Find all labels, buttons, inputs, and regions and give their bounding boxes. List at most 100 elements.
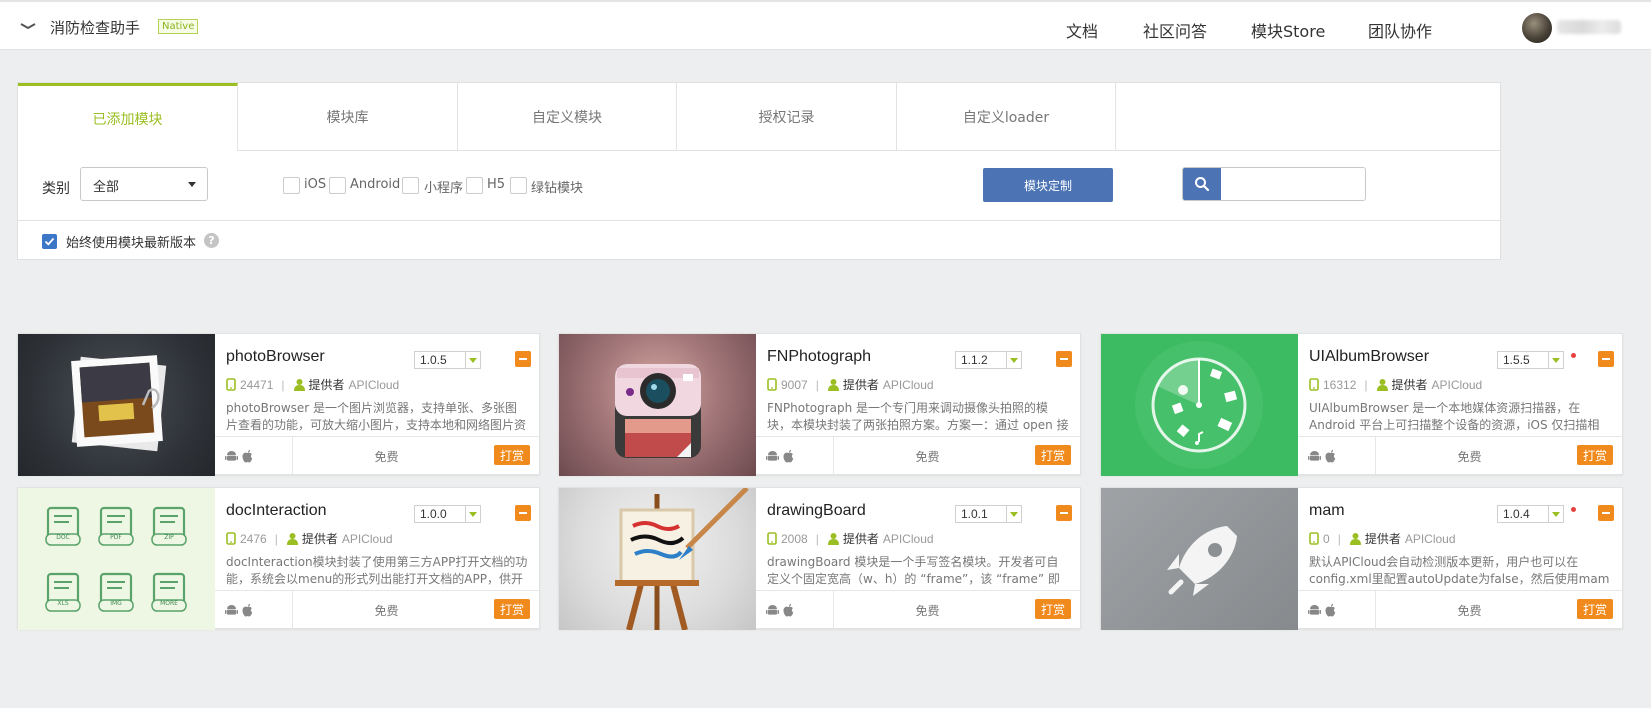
module-meta: 2476 | 提供者 APICloud (226, 530, 393, 547)
module-thumbnail[interactable]: DOC PDF ZIP XLS IMG MORE (18, 488, 215, 630)
meta-separator: | (281, 377, 285, 392)
module-card[interactable]: photoBrowser 1.0.5 24471 | 提供者 APICloud … (17, 333, 540, 476)
category-label: 类别 (42, 181, 70, 197)
module-thumbnail[interactable] (1101, 488, 1298, 630)
price-label: 免费 (374, 450, 399, 464)
module-name[interactable]: photoBrowser (226, 348, 325, 366)
version-select[interactable]: 1.0.0 (414, 505, 481, 523)
custom-module-button[interactable]: 模块定制 (983, 168, 1113, 202)
latest-version-label: 始终使用模块最新版本 (66, 236, 197, 251)
provider-label: 提供者 (1391, 378, 1428, 392)
module-card[interactable]: mam 1.0.4 0 | 提供者 APICloud 默认APICloud会自动… (1100, 487, 1623, 630)
module-thumbnail[interactable] (1101, 334, 1298, 476)
tip-button[interactable]: 打赏 (1035, 445, 1071, 465)
card-footer: 免费 打赏 (756, 590, 1081, 629)
remove-module-button[interactable] (1056, 505, 1072, 521)
apple-icon (783, 603, 794, 617)
module-description: docInteraction模块封装了使用第三方APP打开文档的功能，系统会以m… (226, 555, 528, 586)
tab-custom-modules[interactable]: 自定义模块 (458, 83, 677, 151)
version-caret-box (465, 352, 480, 368)
checkbox-android[interactable] (329, 177, 346, 194)
search-input[interactable] (1221, 168, 1365, 200)
platform-icons (1298, 591, 1376, 629)
module-card[interactable]: UIAlbumBrowser 1.5.5 16312 | 提供者 APIClou… (1100, 333, 1623, 476)
checkbox-h5[interactable] (466, 177, 483, 194)
module-name[interactable]: mam (1309, 502, 1345, 520)
nav-team[interactable]: 团队协作 (1368, 18, 1432, 42)
module-card[interactable]: FNPhotograph 1.1.2 9007 | 提供者 APICloud F… (558, 333, 1081, 476)
doc-type-1-icon (98, 506, 134, 546)
module-name[interactable]: FNPhotograph (767, 348, 871, 366)
provider-name[interactable]: APICloud (342, 532, 393, 546)
category-select[interactable]: 全部 (80, 167, 208, 201)
provider-name[interactable]: APICloud (883, 532, 934, 546)
tab-module-library[interactable]: 模块库 (238, 83, 458, 151)
remove-module-button[interactable] (1598, 505, 1614, 521)
tip-button[interactable]: 打赏 (494, 599, 530, 619)
top-bar: 消防检查助手 Native 文档 社区问答 模块Store 团队协作 (0, 0, 1651, 50)
module-meta: 16312 | 提供者 APICloud (1309, 376, 1482, 393)
version-select[interactable]: 1.1.2 (955, 351, 1022, 369)
provider-name[interactable]: APICloud (349, 378, 400, 392)
search-button[interactable] (1183, 168, 1221, 200)
version-select[interactable]: 1.5.5 (1497, 351, 1564, 369)
checkbox-miniprogram[interactable] (402, 177, 419, 194)
remove-module-button[interactable] (515, 351, 531, 367)
tip-button[interactable]: 打赏 (494, 445, 530, 465)
tip-button[interactable]: 打赏 (1035, 599, 1071, 619)
price-label: 免费 (1457, 604, 1482, 618)
checkbox-green-diamond[interactable] (510, 177, 527, 194)
download-count: 9007 (781, 377, 808, 392)
module-description: photoBrowser 是一个图片浏览器，支持单张、多张图片查看的功能，可放大… (226, 401, 527, 432)
search-icon (1195, 177, 1210, 192)
provider-name[interactable]: APICloud (883, 378, 934, 392)
module-filter-panel: 已添加模块 模块库 自定义模块 授权记录 自定义loader 类别 全部 iOS… (17, 82, 1501, 260)
price-label: 免费 (915, 450, 940, 464)
meta-separator: | (815, 377, 819, 392)
version-select[interactable]: 1.0.5 (414, 351, 481, 369)
update-dot-icon (1571, 507, 1576, 512)
checkbox-android-label: Android (350, 177, 401, 192)
checkbox-ios-label: iOS (304, 177, 327, 192)
checkbox-ios[interactable] (283, 177, 300, 194)
module-name[interactable]: docInteraction (226, 502, 327, 520)
provider-name[interactable]: APICloud (1405, 532, 1456, 546)
apple-icon (783, 449, 794, 463)
module-thumbnail[interactable] (559, 334, 756, 476)
module-thumbnail[interactable] (18, 334, 215, 476)
nav-module-store[interactable]: 模块Store (1251, 18, 1325, 42)
module-card[interactable]: DOC PDF ZIP XLS IMG MORE docInteraction … (17, 487, 540, 630)
update-dot-icon (1571, 353, 1576, 358)
module-name[interactable]: UIAlbumBrowser (1309, 348, 1429, 366)
username-blurred[interactable] (1557, 20, 1621, 34)
platform-icons (1298, 437, 1376, 475)
nav-community[interactable]: 社区问答 (1143, 18, 1207, 42)
tab-custom-loader[interactable]: 自定义loader (897, 83, 1116, 151)
remove-module-button[interactable] (515, 505, 531, 521)
provider-name[interactable]: APICloud (1432, 378, 1483, 392)
remove-module-button[interactable] (1056, 351, 1072, 367)
latest-version-checkbox[interactable] (42, 234, 57, 249)
tab-auth-records[interactable]: 授权记录 (677, 83, 897, 151)
tip-button[interactable]: 打赏 (1577, 445, 1613, 465)
version-value: 1.0.5 (420, 353, 447, 367)
chevron-down-icon[interactable] (18, 16, 38, 36)
version-select[interactable]: 1.0.1 (955, 505, 1022, 523)
nav-docs[interactable]: 文档 (1066, 18, 1098, 42)
remove-module-button[interactable] (1598, 351, 1614, 367)
version-value: 1.0.1 (961, 507, 988, 521)
price-label: 免费 (374, 604, 399, 618)
module-card[interactable]: drawingBoard 1.0.1 2008 | 提供者 APICloud d… (558, 487, 1081, 630)
user-icon (827, 379, 839, 391)
module-thumbnail[interactable] (559, 488, 756, 630)
caret-down-icon (469, 358, 477, 363)
provider-label: 提供者 (842, 378, 879, 392)
help-icon[interactable]: ? (204, 233, 219, 248)
card-footer: 免费 打赏 (1298, 590, 1623, 629)
tip-button[interactable]: 打赏 (1577, 599, 1613, 619)
tab-added-modules[interactable]: 已添加模块 (18, 83, 238, 151)
version-select[interactable]: 1.0.4 (1497, 505, 1564, 523)
module-name[interactable]: drawingBoard (767, 502, 866, 520)
module-meta: 9007 | 提供者 APICloud (767, 376, 934, 393)
avatar[interactable] (1522, 13, 1552, 43)
